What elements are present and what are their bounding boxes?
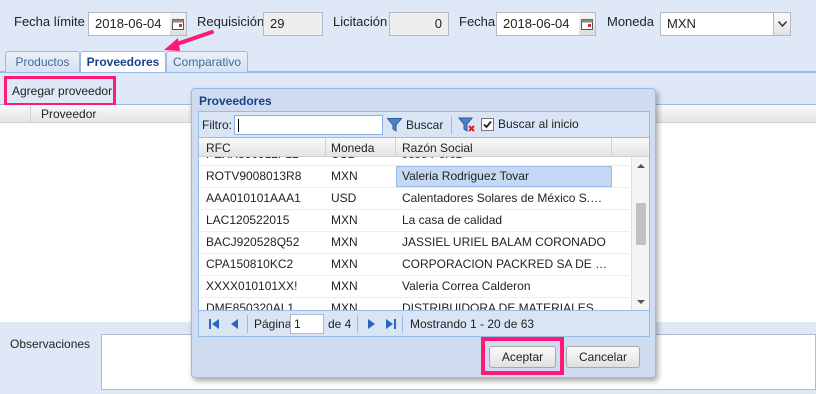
paging-status-text: Mostrando 1 - 20 de 63 <box>410 317 535 331</box>
calendar-icon <box>581 19 593 30</box>
rfc-cell: AAA010101AAA1 <box>206 191 301 205</box>
first-page-icon[interactable] <box>208 318 220 330</box>
filter-input[interactable] <box>234 115 383 135</box>
moneda-cell: MXN <box>331 301 358 311</box>
scroll-up-icon[interactable] <box>636 161 646 171</box>
proveedores-grid: RFC Moneda Razón Social PEXX850912F12 US… <box>198 137 650 311</box>
checkmark-icon <box>483 120 492 129</box>
next-page-icon[interactable] <box>365 318 377 330</box>
dialog-title: Proveedores <box>199 94 272 108</box>
rfc-cell: BACJ920528Q52 <box>206 235 300 249</box>
licitacion-label: Licitación <box>333 14 388 29</box>
last-page-icon[interactable] <box>385 318 397 330</box>
rfc-cell: PEXX850912F12 <box>206 157 326 165</box>
tab-bar: Productos Proveedores Comparativo <box>0 48 816 73</box>
razon-social-cell: DISTRIBUIDORA DE MATERIALES EL <box>402 301 608 311</box>
buscar-al-inicio-label: Buscar al inicio <box>498 117 579 131</box>
grid-pager: Página 1 de 4 Mostrando 1 - 20 de 63 <box>198 311 650 337</box>
moneda-dropdown-button[interactable] <box>773 12 791 36</box>
moneda-cell: MXN <box>331 257 358 271</box>
proveedor-column-header[interactable]: Proveedor <box>41 107 96 121</box>
table-row[interactable]: ROTV9008013R8 MXN Valeria Rodriguez Tova… <box>199 166 629 188</box>
razon-social-cell: Calentadores Solares de México S.A. d... <box>402 191 608 205</box>
chevron-down-icon <box>778 21 787 27</box>
moneda-cell: MXN <box>331 279 358 293</box>
licitacion-field[interactable]: 0 <box>389 12 449 36</box>
requisicion-field[interactable]: 29 <box>263 12 323 36</box>
fecha-field[interactable]: 2018-06-04 <box>496 12 580 36</box>
table-row[interactable]: CPA150810KC2 MXN CORPORACION PACKRED SA … <box>199 254 629 276</box>
table-row[interactable]: BACJ920528Q52 MXN JASSIEL URIEL BALAM CO… <box>199 232 629 254</box>
moneda-cell: MXN <box>331 235 358 249</box>
moneda-cell: MXN <box>331 169 358 183</box>
moneda-label: Moneda <box>607 14 654 29</box>
fecha-calendar-button[interactable] <box>579 12 596 36</box>
rfc-cell: DME850320AL1 <box>206 301 295 311</box>
agregar-proveedor-button[interactable]: Agregar proveedor <box>4 76 116 106</box>
filter-funnel-icon <box>387 118 402 132</box>
fecha-label: Fecha <box>459 14 496 29</box>
filter-label: Filtro: <box>202 118 232 132</box>
rfc-cell: CPA150810KC2 <box>206 257 294 271</box>
razon-social-cell: CORPORACION PACKRED SA DE CV <box>402 257 608 271</box>
buscar-label: Buscar <box>406 118 444 132</box>
table-row[interactable]: XXXX010101XX! MXN Valeria Correa Caldero… <box>199 276 629 298</box>
tab-proveedores[interactable]: Proveedores <box>80 51 166 73</box>
cancelar-button[interactable]: Cancelar <box>566 346 640 368</box>
razon-social-cell-selected: Valeria Rodriguez Tovar <box>396 166 612 187</box>
table-row[interactable]: DME850320AL1 MXN DISTRIBUIDORA DE MATERI… <box>199 298 629 311</box>
fecha-limite-label: Fecha límite <box>14 14 85 29</box>
prev-page-icon[interactable] <box>229 318 241 330</box>
proveedores-grid-header: RFC Moneda Razón Social <box>199 138 649 157</box>
razon-social-cell: Valeria Correa Calderon <box>402 279 531 293</box>
table-row[interactable]: LAC120522015 MXN La casa de calidad <box>199 210 629 232</box>
header-form: Fecha límite 2018-06-04 Requisición 29 L… <box>0 0 816 48</box>
proveedores-dialog: Proveedores Filtro: Buscar Buscar al ini… <box>191 88 656 378</box>
fecha-limite-field[interactable]: 2018-06-04 <box>88 12 171 36</box>
table-row[interactable]: AAA010101AAA1 USD Calentadores Solares d… <box>199 188 629 210</box>
requisicion-label: Requisición <box>197 14 265 29</box>
pagina-label: Página <box>254 317 292 331</box>
grid-scrollbar[interactable] <box>631 157 649 310</box>
rfc-cell: ROTV9008013R8 <box>206 169 302 183</box>
observaciones-label: Observaciones <box>10 337 91 351</box>
razon-social-cell: JASSIEL URIEL BALAM CORONADO <box>402 235 606 249</box>
rfc-column-header[interactable]: RFC <box>206 141 231 155</box>
page-count-label: de 4 <box>328 317 352 331</box>
scroll-down-icon[interactable] <box>636 297 646 307</box>
page-number-input[interactable]: 1 <box>290 314 324 334</box>
buscar-button[interactable]: Buscar <box>387 115 443 135</box>
filter-toolbar: Filtro: Buscar Buscar al inicio <box>198 111 650 137</box>
moneda-column-header[interactable]: Moneda <box>331 141 374 155</box>
proveedores-grid-rows: PEXX850912F12 USD Jose Perez ROTV9008013… <box>199 157 629 311</box>
aceptar-button[interactable]: Aceptar <box>489 346 556 368</box>
scrollbar-thumb[interactable] <box>636 203 646 245</box>
clear-filter-icon <box>457 117 475 132</box>
rfc-cell: XXXX010101XX! <box>206 279 298 293</box>
tab-productos[interactable]: Productos <box>5 51 80 72</box>
razon-social-column-header[interactable]: Razón Social <box>402 141 473 155</box>
rfc-cell: LAC120522015 <box>206 213 290 227</box>
clear-filter-button[interactable] <box>457 116 476 134</box>
razon-social-cell: Jose Perez <box>400 157 608 165</box>
moneda-cell: USD <box>331 157 393 165</box>
table-row[interactable]: PEXX850912F12 USD Jose Perez <box>199 157 629 166</box>
moneda-cell: USD <box>331 191 357 205</box>
moneda-cell: MXN <box>331 213 358 227</box>
annotation-arrow-icon <box>164 30 214 51</box>
moneda-select[interactable]: MXN <box>660 12 774 36</box>
razon-social-cell: La casa de calidad <box>402 213 503 227</box>
buscar-al-inicio-checkbox[interactable] <box>481 118 494 131</box>
